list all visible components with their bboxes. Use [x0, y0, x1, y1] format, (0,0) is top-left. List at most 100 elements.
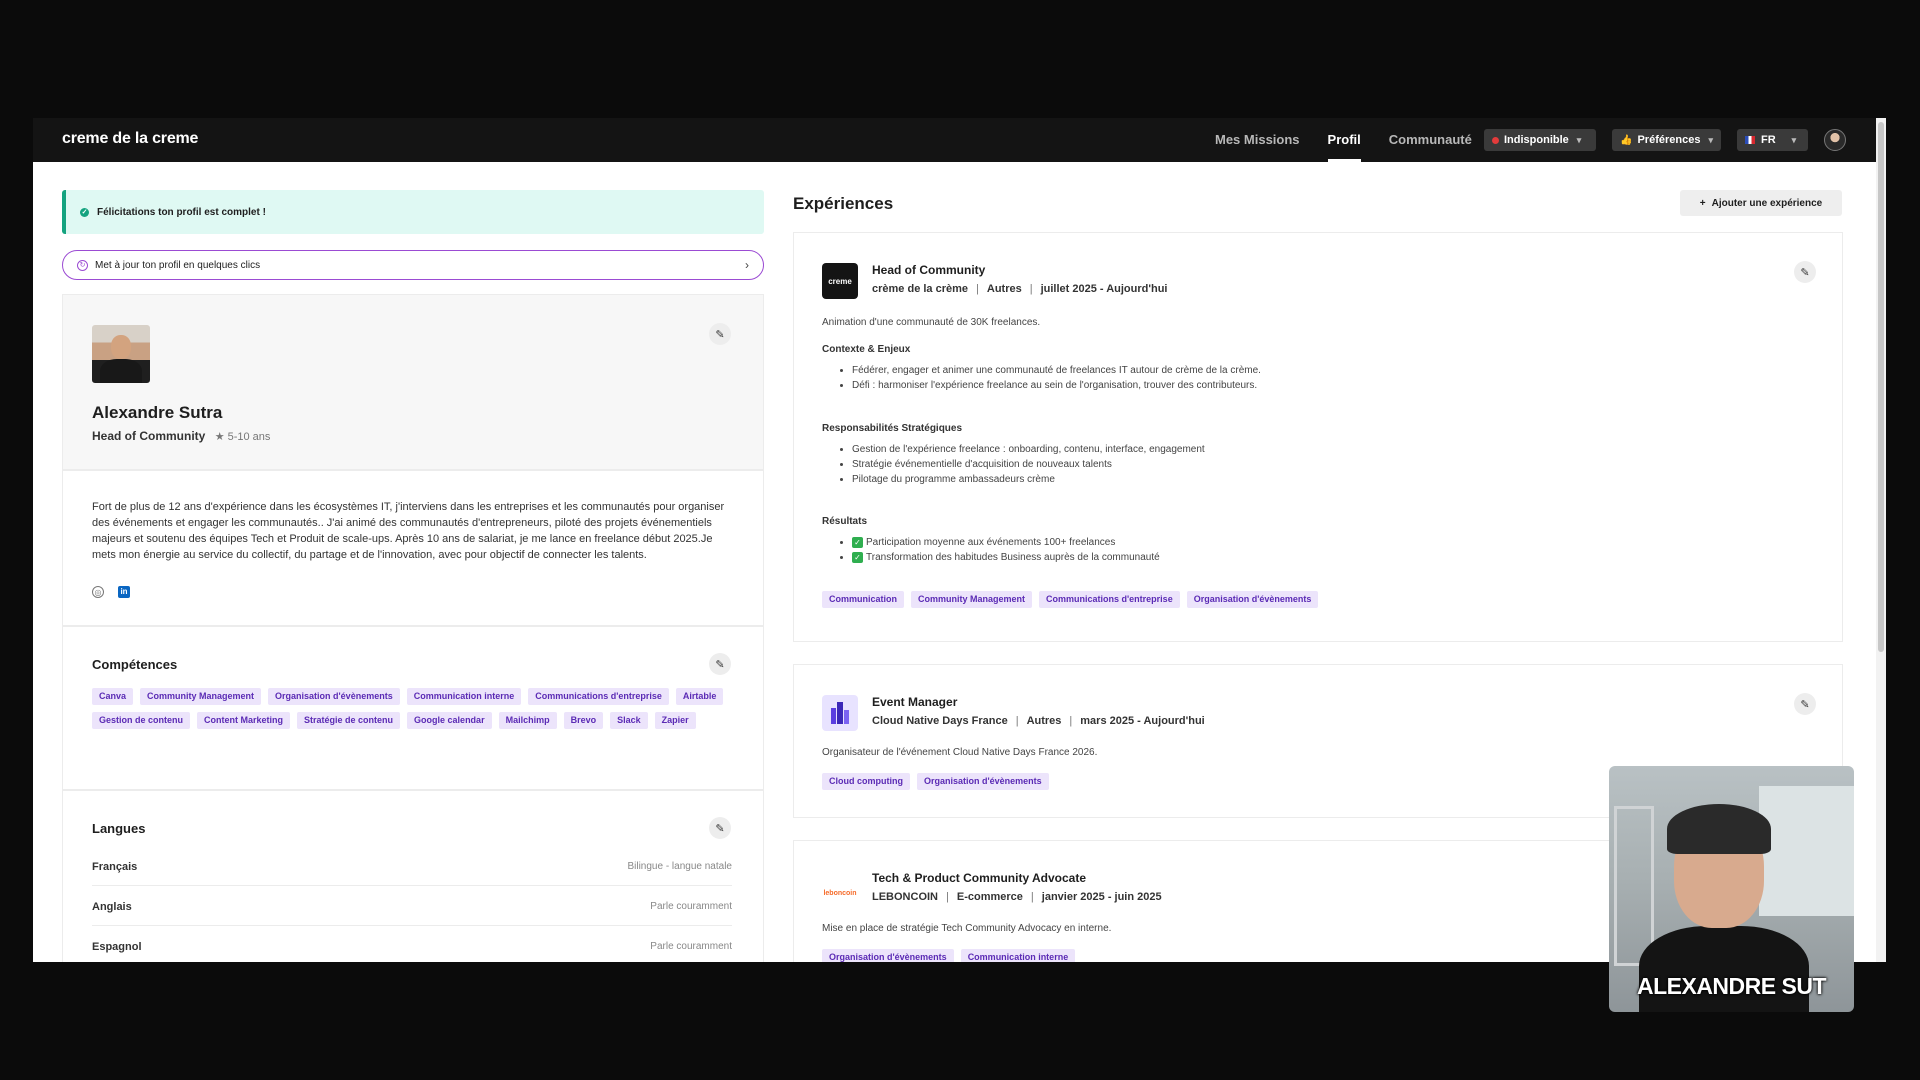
language-label: FR: [1761, 134, 1776, 146]
chevron-right-icon: ›: [745, 258, 749, 272]
experience-period: janvier 2025 - juin 2025: [1041, 891, 1162, 903]
thumbs-up-icon: 👍: [1620, 134, 1633, 146]
experience-card: creme Head of Community crème de la crèm…: [793, 232, 1843, 642]
experience-period: juillet 2025 - Aujourd'hui: [1040, 283, 1168, 295]
skill-tag: Google calendar: [407, 712, 492, 729]
add-experience-button[interactable]: + Ajouter une expérience: [1680, 190, 1842, 216]
skill-tag: Communications d'entreprise: [528, 688, 669, 705]
brand-logo[interactable]: creme de la creme: [62, 130, 198, 148]
nav-communaute[interactable]: Communauté: [1389, 118, 1472, 162]
star-icon: ★: [214, 431, 228, 443]
context-list: Fédérer, engager et animer une communaut…: [852, 363, 1261, 393]
pencil-icon: ✎: [1800, 698, 1810, 711]
skills-list: Canva Community Management Organisation …: [92, 688, 752, 736]
check-box-icon: ✓: [852, 552, 863, 563]
website-globe-icon[interactable]: ◎: [92, 586, 104, 598]
france-flag-icon: [1745, 136, 1755, 144]
skill-tag: Zapier: [654, 712, 696, 729]
linkedin-icon[interactable]: in: [118, 586, 130, 598]
language-name: Français: [92, 861, 138, 873]
profile-experience: ★ 5-10 ans: [215, 431, 271, 443]
skill-tag: Mailchimp: [498, 712, 557, 729]
update-profile-text: Met à jour ton profil en quelques clics: [95, 259, 261, 271]
status-dot-icon: [1492, 136, 1499, 144]
language-dropdown[interactable]: FR ▾: [1737, 129, 1808, 151]
nav-profil[interactable]: Profil: [1327, 118, 1362, 162]
page-scrollbar[interactable]: [1876, 118, 1886, 962]
results-list: ✓Participation moyenne aux événements 10…: [852, 535, 1160, 565]
check-box-icon: ✓: [852, 537, 863, 548]
profile-complete-banner: ✓ Félicitations ton profil est complet !: [62, 190, 764, 234]
plus-icon: +: [1699, 197, 1706, 209]
company-logo: leboncoin: [822, 875, 858, 911]
experience-sector: E-commerce: [956, 891, 1023, 903]
profile-bio: Fort de plus de 12 ans d'expérience dans…: [92, 501, 725, 561]
skill-tag: Slack: [610, 712, 648, 729]
experience-meta: crème de la crème | Autres | juillet 2025 - …: [872, 283, 1168, 295]
availability-dropdown[interactable]: Indisponible ▾: [1484, 129, 1596, 151]
refresh-icon: ↻: [77, 259, 88, 271]
experience-sector: Autres: [986, 283, 1022, 295]
scrollbar-thumb[interactable]: [1878, 122, 1884, 652]
skills-title: Compétences: [92, 657, 178, 672]
edit-languages-button[interactable]: ✎: [709, 817, 731, 839]
availability-label: Indisponible: [1504, 134, 1569, 146]
responsibilities-list: Gestion de l'expérience freelance : onbo…: [852, 442, 1205, 487]
skill-tag: Content Marketing: [197, 712, 291, 729]
webcam-window: [1759, 786, 1854, 916]
edit-experience-button[interactable]: ✎: [1794, 693, 1816, 715]
pencil-icon: ✎: [715, 328, 725, 341]
list-item: Gestion de l'expérience freelance : onbo…: [852, 442, 1205, 457]
edit-skills-button[interactable]: ✎: [709, 653, 731, 675]
social-links: ◎ in: [92, 586, 130, 598]
profile-header-card: Alexandre Sutra Head of Community ★ 5-10…: [62, 294, 764, 470]
banner-text: Félicitations ton profil est complet !: [97, 206, 266, 218]
language-row: Espagnol Parle couramment: [92, 941, 732, 962]
experience-title: Event Manager: [872, 695, 958, 709]
preferences-dropdown[interactable]: 👍 Préférences ▾: [1612, 129, 1721, 151]
company-logo: [822, 695, 858, 731]
experience-summary: Organisateur de l'événement Cloud Native…: [822, 747, 1098, 758]
pencil-icon: ✎: [1800, 266, 1810, 279]
experience-meta: LEBONCOIN | E-commerce | janvier 2025 - juin…: [872, 891, 1162, 903]
list-item: Pilotage du programme ambassadeurs crème: [852, 472, 1205, 487]
list-item: ✓Participation moyenne aux événements 10…: [852, 535, 1160, 550]
experience-tags: Cloud computing Organisation d'évènement…: [822, 773, 1056, 797]
experience-tags: Communication Community Management Commu…: [822, 591, 1325, 615]
experience-meta: Cloud Native Days France | Autres | mars 202…: [872, 715, 1205, 727]
skill-tag: Gestion de contenu: [92, 712, 191, 729]
experience-years: 5-10 ans: [227, 431, 271, 443]
experience-tags: Organisation d'évènements Communication …: [822, 949, 1082, 962]
skill-tag: Canva: [92, 688, 134, 705]
chevron-down-icon: ▾: [1791, 134, 1797, 145]
list-item: Fédérer, engager et animer une communaut…: [852, 363, 1261, 378]
experience-title: Tech & Product Community Advocate: [872, 871, 1087, 885]
edit-profile-button[interactable]: ✎: [709, 323, 731, 345]
experience-tag: Communication: [822, 591, 905, 608]
profile-name: Alexandre Sutra: [92, 403, 223, 422]
responsibilities-heading: Responsabilités Stratégiques: [822, 423, 963, 434]
skill-tag: Airtable: [675, 688, 724, 705]
experience-tag: Community Management: [911, 591, 1033, 608]
pencil-icon: ✎: [715, 658, 725, 671]
chevron-down-icon: ▾: [1708, 134, 1713, 145]
experience-tag: Organisation d'évènements: [1186, 591, 1319, 608]
skill-tag: Communication interne: [406, 688, 522, 705]
user-avatar[interactable]: [1824, 129, 1846, 151]
results-heading: Résultats: [822, 516, 868, 527]
nav-mes-missions[interactable]: Mes Missions: [1215, 118, 1300, 162]
experience-tag: Cloud computing: [822, 773, 910, 790]
update-profile-button[interactable]: ↻ Met à jour ton profil en quelques clic…: [62, 250, 764, 280]
language-level: Parle couramment: [650, 941, 732, 952]
languages-title: Langues: [92, 821, 146, 836]
experience-tag: Organisation d'évènements: [822, 949, 954, 962]
main-nav: Mes Missions Profil Communauté: [1215, 118, 1500, 162]
language-row: Anglais Parle couramment: [92, 901, 732, 926]
list-item: ✓Transformation des habitudes Business a…: [852, 550, 1160, 565]
experience-company: LEBONCOIN: [872, 891, 938, 903]
skills-card: Compétences ✎ Canva Community Management…: [62, 626, 764, 790]
experience-title: Head of Community: [872, 263, 986, 277]
chevron-down-icon: ▾: [1576, 134, 1582, 145]
edit-experience-button[interactable]: ✎: [1794, 261, 1816, 283]
experience-sector: Autres: [1026, 715, 1062, 727]
